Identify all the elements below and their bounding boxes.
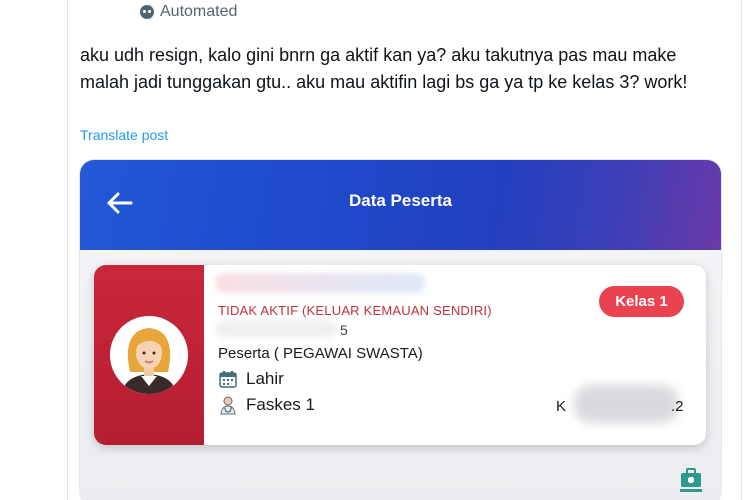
avatar (110, 316, 188, 394)
bottom-nav-icon[interactable] (678, 465, 704, 493)
region-prefix: K (556, 398, 567, 415)
member-card[interactable]: TIDAK AKTIF (KELUAR KEMAUAN SENDIRI) 5 K… (94, 265, 706, 445)
attached-screenshot[interactable]: Data Peserta TIDAK AKTIF (KELUAR KEMAUAN… (80, 160, 721, 500)
redacted-region (574, 385, 679, 423)
membership-status: TIDAK AKTIF (KELUAR KEMAUAN SENDIRI) (218, 303, 492, 318)
automated-label-row: Automated (140, 2, 237, 22)
facility-row: Faskes 1 (218, 395, 315, 415)
birth-label: Lahir (246, 369, 284, 388)
card-number-tail: 5 (340, 322, 348, 338)
class-badge: Kelas 1 (599, 286, 684, 317)
doctor-icon (220, 396, 236, 415)
thread-divider-left (67, 0, 68, 500)
facility-label: Faskes 1 (246, 395, 315, 414)
redacted-card-number (215, 320, 337, 338)
tweet-text: aku udh resign, kalo gini bnrn ga aktif … (80, 45, 688, 92)
page-title: Data Peserta (348, 191, 452, 210)
redacted-name (215, 273, 425, 293)
app-header: Data Peserta (80, 160, 721, 250)
translate-post-link[interactable]: Translate post (80, 127, 168, 143)
thread-divider-right (741, 0, 742, 500)
participant-type: Peserta ( PEGAWAI SWASTA) (218, 345, 423, 362)
calendar-icon (219, 371, 237, 388)
automated-label: Automated (160, 3, 238, 20)
birth-row: Lahir (218, 369, 284, 389)
robot-icon (140, 5, 154, 19)
region-suffix: .2 (671, 398, 684, 415)
